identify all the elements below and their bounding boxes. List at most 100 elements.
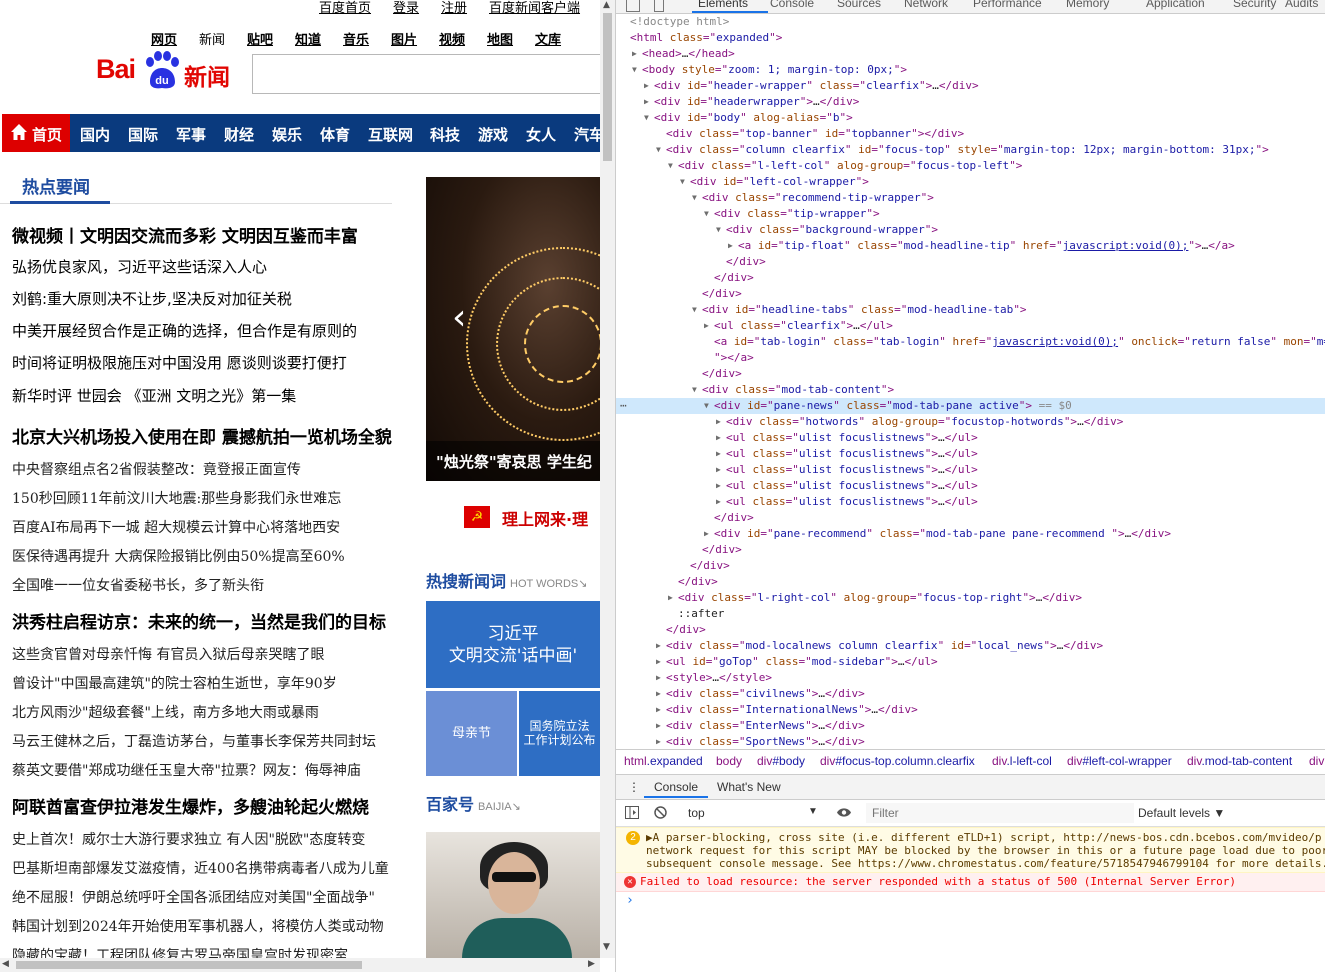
news-link[interactable]: 马云王健林之后，丁磊造访茅台，与董事长李保芳共同封坛 xyxy=(12,731,376,751)
nav-women[interactable]: 女人 xyxy=(526,124,556,145)
expand-triangle-icon[interactable]: ▶ xyxy=(656,638,661,654)
expand-triangle-icon[interactable]: ▶ xyxy=(704,526,709,542)
baidu-news-logo[interactable]: Bai du 新闻 xyxy=(96,48,236,92)
tab-security[interactable]: Security xyxy=(1233,0,1276,10)
expand-triangle-icon[interactable]: ▶ xyxy=(656,718,661,734)
dom-node-row[interactable]: ▶ <div class="SportNews">…</div> xyxy=(616,734,1325,748)
scroll-down-icon[interactable]: ▼ xyxy=(603,942,610,952)
dom-node-row[interactable]: ▶ <div class="l-right-col" alog-group="fo… xyxy=(616,590,1325,606)
scroll-right-icon[interactable]: ▶ xyxy=(588,959,595,969)
collapse-triangle-icon[interactable]: ▼ xyxy=(692,382,697,398)
carousel-prev-icon[interactable]: ‹ xyxy=(452,297,466,338)
news-link[interactable]: 北方风雨沙"超级套餐"上线，南方多地大雨或暴雨 xyxy=(12,702,319,722)
eye-icon[interactable] xyxy=(836,807,852,818)
console-warning[interactable]: 2 ▶A parser-blocking, cross site (i.e. d… xyxy=(616,827,1325,873)
console-filter-input[interactable] xyxy=(866,803,1134,823)
hot-word-main[interactable]: 习近平 文明交流'话中画' xyxy=(426,601,600,688)
dom-node-row[interactable]: ▶ <ul class="ulist focuslistnews">…</ul> xyxy=(616,462,1325,478)
subnav-zhidao[interactable]: 知道 xyxy=(295,29,321,48)
dom-node-row[interactable]: </div> xyxy=(616,254,1325,270)
dom-node-row[interactable]: ▶ <ul class="ulist focuslistnews">…</ul> xyxy=(616,430,1325,446)
expand-triangle-icon[interactable]: ▶ xyxy=(716,462,721,478)
news-link[interactable]: 百度AI布局再下一城 超大规模云计算中心将落地西安 xyxy=(12,517,340,537)
nav-home[interactable]: 首页 xyxy=(2,114,70,152)
breadcrumb-item[interactable]: div xyxy=(1309,754,1324,768)
nav-domestic[interactable]: 国内 xyxy=(80,124,110,145)
headline-link[interactable]: 北京大兴机场投入使用在即 震撼航拍一览机场全貌 xyxy=(12,423,392,448)
collapse-triangle-icon[interactable]: ▼ xyxy=(668,158,673,174)
dom-node-row[interactable]: ▶ <style>…</style> xyxy=(616,670,1325,686)
context-select[interactable]: top xyxy=(688,806,705,820)
subnav-images[interactable]: 图片 xyxy=(391,29,417,48)
collapse-triangle-icon[interactable]: ▼ xyxy=(704,206,709,222)
expand-triangle-icon[interactable]: ▶ xyxy=(656,670,661,686)
expand-triangle-icon[interactable]: ▶ xyxy=(716,446,721,462)
breadcrumb-item[interactable]: div.mod-tab-content xyxy=(1187,754,1292,768)
drawer-tab-whats-new[interactable]: What's New xyxy=(717,780,781,794)
console-error[interactable]: ✕ Failed to load resource: the server re… xyxy=(616,873,1325,892)
dom-node-row[interactable]: ▶ <div class="hotwords" alog-group="focus… xyxy=(616,414,1325,430)
hot-word-tile[interactable]: 国务院立法 工作计划公布 xyxy=(519,691,600,776)
dom-node-row[interactable]: ▶ <div id="headerwrapper">…</div> xyxy=(616,94,1325,110)
page-vertical-scrollbar[interactable]: ▲ ▼ xyxy=(600,0,615,958)
tab-audits[interactable]: Audits xyxy=(1285,0,1318,10)
dom-node-row[interactable]: ▶ <a id="tip-float" class="mod-headline-t… xyxy=(616,238,1325,254)
breadcrumb-item[interactable]: div#body xyxy=(757,754,805,768)
breadcrumb-item[interactable]: div.l-left-col xyxy=(992,754,1052,768)
scroll-up-icon[interactable]: ▲ xyxy=(603,0,610,10)
dom-node-row[interactable]: ▼ <div class="tip-wrapper"> xyxy=(616,206,1325,222)
party-banner-link[interactable]: 理上网来·理 xyxy=(502,506,588,530)
news-link[interactable]: 新华时评 世园会 《亚洲 文明之光》第一集 xyxy=(12,385,296,406)
nav-sports[interactable]: 体育 xyxy=(320,124,350,145)
dom-node-row[interactable]: ▶ <ul class="ulist focuslistnews">…</ul> xyxy=(616,446,1325,462)
subnav-video[interactable]: 视频 xyxy=(439,29,465,48)
expand-triangle-icon[interactable]: ▶ xyxy=(716,494,721,510)
dom-node-row[interactable]: ▶ <ul class="clearfix">…</ul> xyxy=(616,318,1325,334)
news-link[interactable]: 隐藏的宝藏！工程团队修复古罗马帝国皇宫时发现密室 xyxy=(12,945,348,958)
nav-auto[interactable]: 汽车 xyxy=(574,124,600,145)
baijia-photo[interactable] xyxy=(426,832,600,958)
dom-tree[interactable]: <!doctype html> <html class="expanded"> ▶ <… xyxy=(616,14,1325,748)
nav-entertainment[interactable]: 娱乐 xyxy=(272,124,302,145)
dom-node-row[interactable]: "></a> xyxy=(616,350,1325,366)
news-link[interactable]: 全国唯一一位女省委秘书长，多了新头衔 xyxy=(12,575,264,595)
collapse-triangle-icon[interactable]: ▼ xyxy=(704,398,709,414)
news-link[interactable]: 这些贪官曾对母亲忏悔 有官员入狱后母亲哭瞎了眼 xyxy=(12,644,324,664)
dom-node-row[interactable]: ▼ <div class="background-wrapper"> xyxy=(616,222,1325,238)
news-link[interactable]: 中美开展经贸合作是正确的选择，但合作是有原则的 xyxy=(12,320,357,341)
dom-node-row[interactable]: </div> xyxy=(616,366,1325,382)
dom-node-row[interactable]: </div> xyxy=(616,622,1325,638)
news-link[interactable]: 医保待遇再提升 大病保险报销比例由50%提高至60% xyxy=(12,546,345,566)
dom-node-row[interactable]: ▼ <div id="left-col-wrapper"> xyxy=(616,174,1325,190)
breadcrumb-item[interactable]: html.expanded xyxy=(624,754,703,768)
collapse-triangle-icon[interactable]: ▼ xyxy=(680,174,685,190)
tab-console[interactable]: Console xyxy=(770,0,814,10)
tab-memory[interactable]: Memory xyxy=(1066,0,1109,10)
dom-node-row[interactable]: <div class="top-banner" id="topbanner"><… xyxy=(616,126,1325,142)
hot-word-tile[interactable]: 母亲节 xyxy=(426,691,517,776)
expand-triangle-icon[interactable]: ▶ xyxy=(632,46,637,62)
dom-node-row[interactable]: ▶ <ul class="ulist focuslistnews">…</ul> xyxy=(616,478,1325,494)
collapse-triangle-icon[interactable]: ▼ xyxy=(692,302,697,318)
scroll-thumb[interactable] xyxy=(16,961,362,969)
nav-military[interactable]: 军事 xyxy=(176,124,206,145)
dom-node-row[interactable]: ▼ <div class="mod-tab-content"> xyxy=(616,382,1325,398)
dom-node-row[interactable]: ▶ <div class="EnterNews">…</div> xyxy=(616,718,1325,734)
news-link[interactable]: 弘扬优良家风，习近平这些话深入人心 xyxy=(12,256,267,277)
expand-triangle-icon[interactable]: ▶ xyxy=(716,430,721,446)
news-link[interactable]: 史上首次！威尔士大游行要求独立 有人因"脱欧"态度转变 xyxy=(12,829,365,849)
dom-node-row[interactable]: <a id="tab-login" class="tab-login" href… xyxy=(616,334,1325,350)
subnav-map[interactable]: 地图 xyxy=(487,29,513,48)
dom-node-row[interactable]: </div> xyxy=(616,510,1325,526)
expand-triangle-icon[interactable]: ▶ xyxy=(644,94,649,110)
expand-triangle-icon[interactable]: ▶ xyxy=(668,590,673,606)
subnav-web[interactable]: 网页 xyxy=(151,29,177,48)
headline-link[interactable]: 微视频丨文明因交流而多彩 文明因互鉴而丰富 xyxy=(12,222,358,247)
hot-news-tab[interactable]: 热点要闻 xyxy=(22,173,90,198)
news-link[interactable]: 韩国计划到2024年开始使用军事机器人，将模仿人类或动物 xyxy=(12,916,384,936)
focus-caption[interactable]: "烛光祭"寄哀思 学生纪 xyxy=(426,441,600,481)
nav-international[interactable]: 国际 xyxy=(128,124,158,145)
expand-triangle-icon[interactable]: ▶ xyxy=(656,654,661,670)
dom-node-row[interactable]: </div> xyxy=(616,558,1325,574)
node-menu-icon[interactable]: ⋯ xyxy=(620,398,627,414)
